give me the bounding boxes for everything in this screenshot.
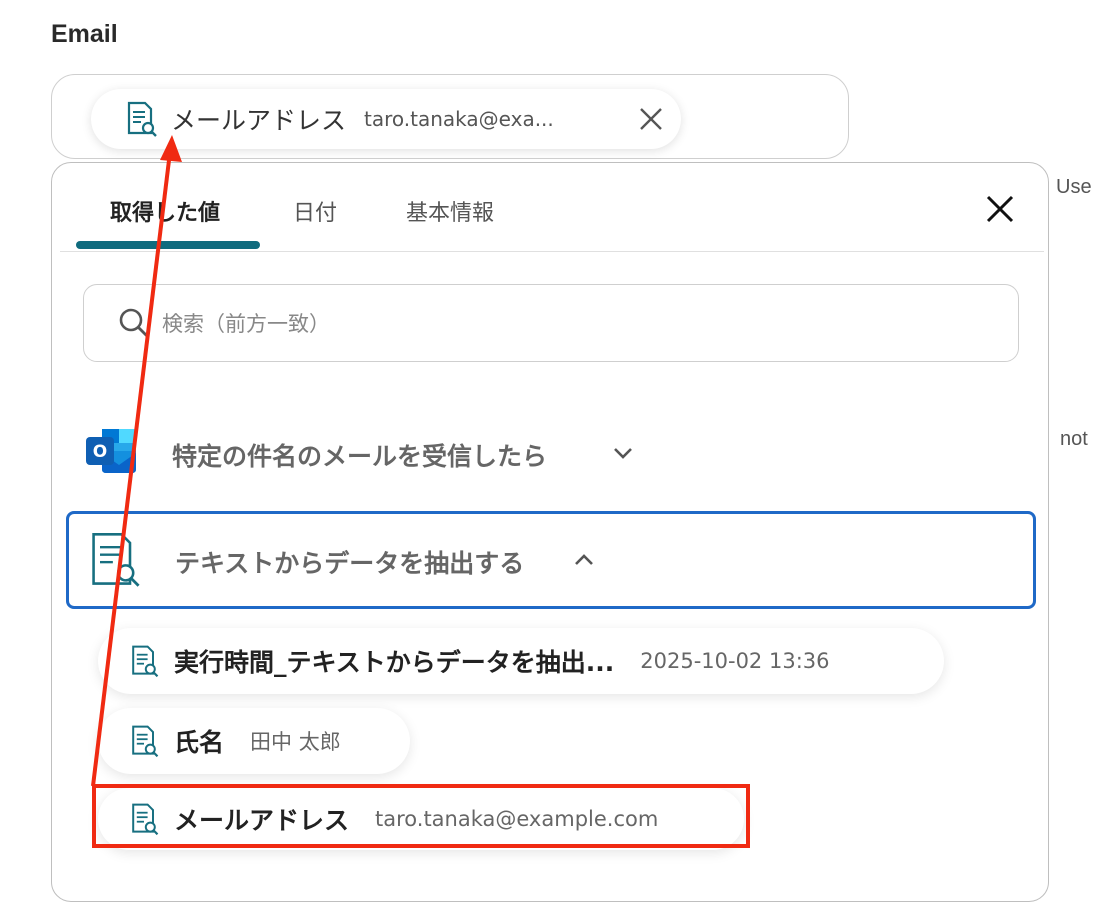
- remove-chip-icon[interactable]: [637, 105, 665, 133]
- list-item-execution-time[interactable]: 実行時間_テキストからデータを抽出... 2025-10-02 13:36: [98, 628, 944, 694]
- list-item-full-name[interactable]: 氏名 田中 太郎: [98, 708, 410, 774]
- svg-text:O: O: [93, 442, 107, 462]
- outlook-icon: O: [86, 429, 136, 473]
- tab-retrieved-values[interactable]: 取得した値: [110, 195, 220, 227]
- annotation-highlight-box: [92, 784, 750, 848]
- section-extract-title: テキストからデータを抽出する: [175, 549, 525, 578]
- close-icon[interactable]: [984, 193, 1016, 225]
- active-tab-indicator: [76, 241, 260, 249]
- side-hint-text: Use: [1056, 176, 1092, 198]
- tab-date[interactable]: 日付: [293, 195, 337, 227]
- item-value: 田中 太郎: [250, 730, 341, 754]
- section-outlook-title: 特定の件名のメールを受信したら: [172, 442, 548, 471]
- search-icon: [119, 308, 148, 337]
- document-search-icon: [132, 645, 159, 678]
- item-label: 氏名: [174, 728, 225, 757]
- selected-variable-chip[interactable]: メールアドレス taro.tanaka@exa...: [91, 89, 681, 149]
- document-search-icon: [92, 533, 140, 587]
- item-value: 2025-10-02 13:36: [640, 649, 830, 673]
- search-input[interactable]: [160, 295, 1004, 353]
- chevron-up-icon[interactable]: [572, 548, 596, 572]
- item-label: 実行時間_テキストからデータを抽出...: [174, 648, 615, 677]
- section-extract-data[interactable]: テキストからデータを抽出する: [66, 511, 1036, 609]
- tab-basic-info[interactable]: 基本情報: [406, 195, 494, 227]
- selected-chip-value: taro.tanaka@exa...: [364, 107, 554, 131]
- side-hint-text-2: not: [1060, 428, 1088, 450]
- document-search-icon: [127, 101, 157, 137]
- section-outlook-trigger[interactable]: O 特定の件名のメールを受信したら: [66, 403, 1036, 501]
- tab-bar: 取得した値 日付 基本情報: [60, 163, 1044, 252]
- document-search-icon: [132, 725, 159, 758]
- selected-chip-label: メールアドレス: [171, 106, 347, 135]
- email-input-field[interactable]: メールアドレス taro.tanaka@exa...: [51, 74, 849, 159]
- chevron-down-icon[interactable]: [611, 441, 635, 465]
- email-field-label: Email: [51, 20, 118, 48]
- search-box[interactable]: [83, 284, 1019, 362]
